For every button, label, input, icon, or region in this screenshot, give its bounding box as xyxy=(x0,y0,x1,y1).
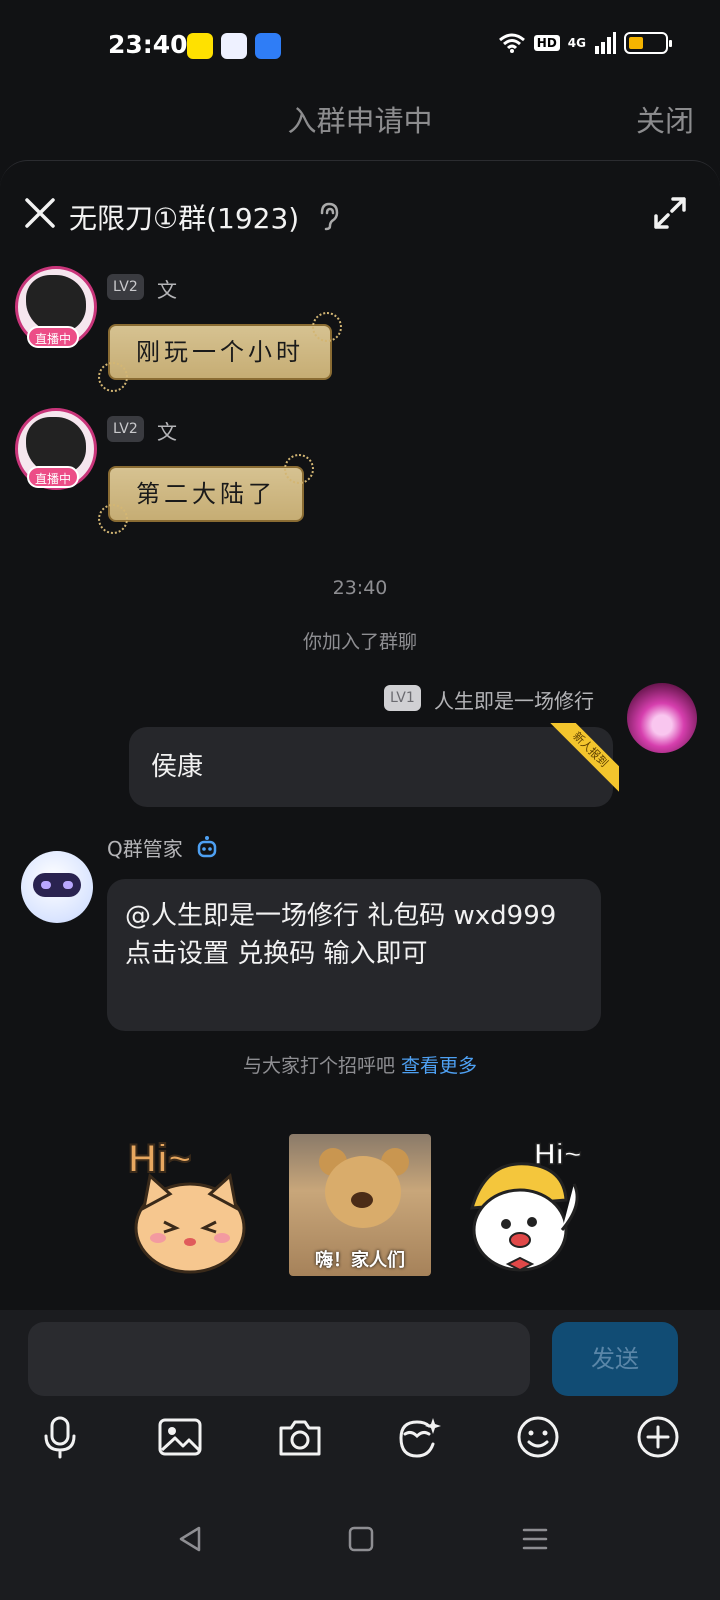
level-badge: LV2 xyxy=(107,274,144,300)
recents-icon[interactable] xyxy=(520,1524,550,1554)
microphone-icon[interactable] xyxy=(37,1414,83,1460)
ear-icon[interactable] xyxy=(318,201,340,231)
greeting-prompt: 与大家打个招呼吧 xyxy=(242,1055,395,1077)
sender-name[interactable]: Q群管家 xyxy=(107,833,183,862)
cloud-app-icon xyxy=(255,33,281,59)
expand-icon[interactable] xyxy=(652,195,688,231)
home-icon[interactable] xyxy=(346,1524,376,1554)
level-badge: LV1 xyxy=(384,685,421,711)
image-icon[interactable] xyxy=(157,1414,203,1460)
close-button[interactable]: 关闭 xyxy=(636,98,694,140)
back-icon[interactable] xyxy=(175,1524,205,1554)
system-notice: 你加入了群聊 xyxy=(302,631,417,653)
my-avatar[interactable] xyxy=(627,683,697,753)
system-nav-bar xyxy=(0,1498,720,1598)
message-text: 侯康 xyxy=(151,752,204,782)
live-badge: 直播中 xyxy=(27,326,80,348)
send-button[interactable]: 发送 xyxy=(552,1322,678,1396)
status-right: HD 4G xyxy=(498,32,672,54)
page-title: 入群申请中 xyxy=(287,104,433,138)
timestamp: 23:40 xyxy=(332,577,388,599)
puzzle-app-icon xyxy=(221,33,247,59)
sticker-face-icon[interactable] xyxy=(395,1414,441,1460)
message-bubble[interactable]: 刚玩一个小时 xyxy=(98,312,342,392)
sticker-caption: Hi~ xyxy=(128,1137,191,1181)
network-label: 4G xyxy=(567,36,586,50)
bot-message-bubble[interactable]: @人生即是一场修行 礼包码 wxd999 点击设置 兑换码 输入即可 xyxy=(107,879,601,1031)
my-message-bubble[interactable]: 侯康 新人报到 xyxy=(129,723,619,807)
newcomer-ribbon: 新人报到 xyxy=(539,723,619,803)
signal-icon xyxy=(595,32,616,54)
group-title: 无限刀①群(1923) xyxy=(69,202,300,235)
composer: 发送 xyxy=(0,1310,720,1600)
bot-avatar[interactable] xyxy=(21,851,93,923)
sticker-caption: 嗨！家人们 xyxy=(315,1250,405,1271)
status-bar: 23:40 HD 4G xyxy=(0,0,720,92)
bear-sticker[interactable]: 嗨！家人们 xyxy=(289,1134,431,1276)
top-bar: 入群申请中 关闭 xyxy=(0,92,720,160)
see-more-link[interactable]: 查看更多 xyxy=(401,1055,477,1077)
message-bubble[interactable]: 第二大陆了 xyxy=(98,454,314,534)
camera-icon[interactable] xyxy=(277,1414,323,1460)
chat-header: 无限刀①群(1923) xyxy=(0,191,720,251)
battery-icon xyxy=(624,32,672,54)
greeting-row: 与大家打个招呼吧 查看更多 xyxy=(0,1051,720,1078)
sender-name[interactable]: 人生即是一场修行 xyxy=(434,685,594,714)
status-time: 23:40 xyxy=(108,30,188,59)
wifi-icon xyxy=(498,33,525,53)
hd-badge: HD xyxy=(533,35,560,51)
yy-app-icon xyxy=(187,33,213,59)
hi-duck-sticker[interactable]: Hi~ xyxy=(462,1134,604,1276)
message-input[interactable] xyxy=(28,1322,530,1396)
sender-name[interactable]: 文 xyxy=(157,274,177,303)
hi-cat-sticker[interactable]: Hi~ xyxy=(124,1134,266,1276)
robot-icon xyxy=(197,836,217,858)
emoji-icon[interactable] xyxy=(515,1414,561,1460)
plus-icon[interactable] xyxy=(635,1414,681,1460)
level-badge: LV2 xyxy=(107,416,144,442)
close-icon[interactable] xyxy=(22,195,58,231)
live-badge: 直播中 xyxy=(27,466,80,488)
message-text: @人生即是一场修行 礼包码 wxd999 点击设置 兑换码 输入即可 xyxy=(125,901,557,969)
sender-name[interactable]: 文 xyxy=(157,416,177,445)
